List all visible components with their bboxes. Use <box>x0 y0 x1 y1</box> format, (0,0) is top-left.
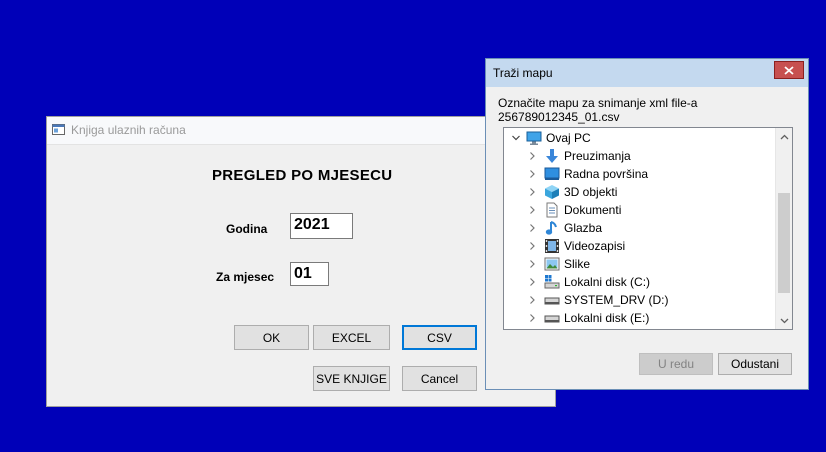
tree-item-label: Dokumenti <box>564 203 622 217</box>
video-icon <box>545 239 559 253</box>
folder-tree[interactable]: Ovaj PC Preuzimanja Radna površina 3D ob… <box>503 127 793 330</box>
tree-item-label: Lokalni disk (E:) <box>564 311 650 325</box>
u-redu-button[interactable]: U redu <box>639 353 713 375</box>
chevron-right-icon[interactable] <box>526 240 538 252</box>
month-input[interactable]: 01 <box>290 262 329 286</box>
folder-dialog: Traži mapu Označite mapu za snimanje xml… <box>485 58 809 390</box>
close-button[interactable] <box>774 61 804 79</box>
tree-item-label: Radna površina <box>564 167 649 181</box>
page-title: PREGLED PO MJESECU <box>212 167 393 184</box>
chevron-right-icon[interactable] <box>526 168 538 180</box>
tree-item-label: Glazba <box>564 221 603 235</box>
download-icon <box>546 149 558 163</box>
tree-item-disk-c[interactable]: Lokalni disk (C:) <box>526 273 650 291</box>
chevron-right-icon[interactable] <box>526 222 538 234</box>
tree-item-label: Lokalni disk (C:) <box>564 275 651 289</box>
tree-item-3d-objekti[interactable]: 3D objekti <box>526 183 617 201</box>
chevron-right-icon[interactable] <box>526 312 538 324</box>
tree-item-preuzimanja[interactable]: Preuzimanja <box>526 147 631 165</box>
tree-item-videozapisi[interactable]: Videozapisi <box>526 237 625 255</box>
tree-item-radna-povrsina[interactable]: Radna površina <box>526 165 648 183</box>
drive-icon <box>544 297 560 305</box>
app-icon <box>52 124 65 135</box>
window-title: Knjiga ulaznih računa <box>71 123 186 137</box>
drive-icon <box>544 315 560 323</box>
chevron-down-icon <box>780 318 789 323</box>
dialog-instruction: Označite mapu za snimanje xml file-a 256… <box>498 96 698 124</box>
tree-item-dokumenti[interactable]: Dokumenti <box>526 201 621 219</box>
dialog-titlebar[interactable]: Traži mapu <box>486 59 808 87</box>
ok-button[interactable]: OK <box>234 325 309 350</box>
knjiga-titlebar[interactable]: Knjiga ulaznih računa <box>47 117 555 145</box>
scroll-thumb[interactable] <box>778 193 790 293</box>
chevron-up-icon <box>780 134 789 139</box>
dialog-title: Traži mapu <box>493 66 553 80</box>
tree-item-label: SYSTEM_DRV (D:) <box>564 293 669 307</box>
tree-item-label: 3D objekti <box>564 185 618 199</box>
cancel-button[interactable]: Cancel <box>402 366 477 391</box>
tree-item-disk-e[interactable]: Lokalni disk (E:) <box>526 309 649 327</box>
csv-button[interactable]: CSV <box>402 325 477 350</box>
chevron-right-icon[interactable] <box>526 294 538 306</box>
tree-item-glazba[interactable]: Glazba <box>526 219 602 237</box>
picture-icon <box>544 257 560 271</box>
scroll-down-button[interactable] <box>776 312 792 329</box>
tree-item-slike[interactable]: Slike <box>526 255 590 273</box>
chevron-down-icon[interactable] <box>510 132 522 144</box>
close-icon <box>784 65 794 75</box>
tree-item-label: Preuzimanja <box>564 149 631 163</box>
chevron-right-icon[interactable] <box>526 150 538 162</box>
tree-item-disk-d[interactable]: SYSTEM_DRV (D:) <box>526 291 668 309</box>
scroll-up-button[interactable] <box>776 128 792 145</box>
odustani-button[interactable]: Odustani <box>718 353 792 375</box>
knjiga-window: Knjiga ulaznih računa PREGLED PO MJESECU… <box>46 116 556 407</box>
chevron-right-icon[interactable] <box>526 258 538 270</box>
desktop-icon <box>544 167 560 180</box>
cube-icon <box>545 185 559 199</box>
document-icon <box>546 202 558 218</box>
tree-item-label: Videozapisi <box>564 239 626 253</box>
tree-item-root[interactable]: Ovaj PC <box>510 129 591 147</box>
year-label: Godina <box>226 222 268 236</box>
chevron-right-icon[interactable] <box>526 276 538 288</box>
month-label: Za mjesec <box>216 270 275 284</box>
chevron-right-icon[interactable] <box>526 204 538 216</box>
tree-item-label: Ovaj PC <box>546 131 591 145</box>
year-input[interactable]: 2021 <box>290 213 353 239</box>
chevron-right-icon[interactable] <box>526 186 538 198</box>
sve-knjige-button[interactable]: SVE KNJIGE <box>313 366 390 391</box>
tree-item-label: Slike <box>564 257 591 271</box>
computer-icon <box>526 131 542 145</box>
system-drive-icon <box>544 275 560 289</box>
excel-button[interactable]: EXCEL <box>313 325 390 350</box>
tree-scrollbar[interactable] <box>775 128 792 329</box>
music-icon <box>545 221 557 235</box>
